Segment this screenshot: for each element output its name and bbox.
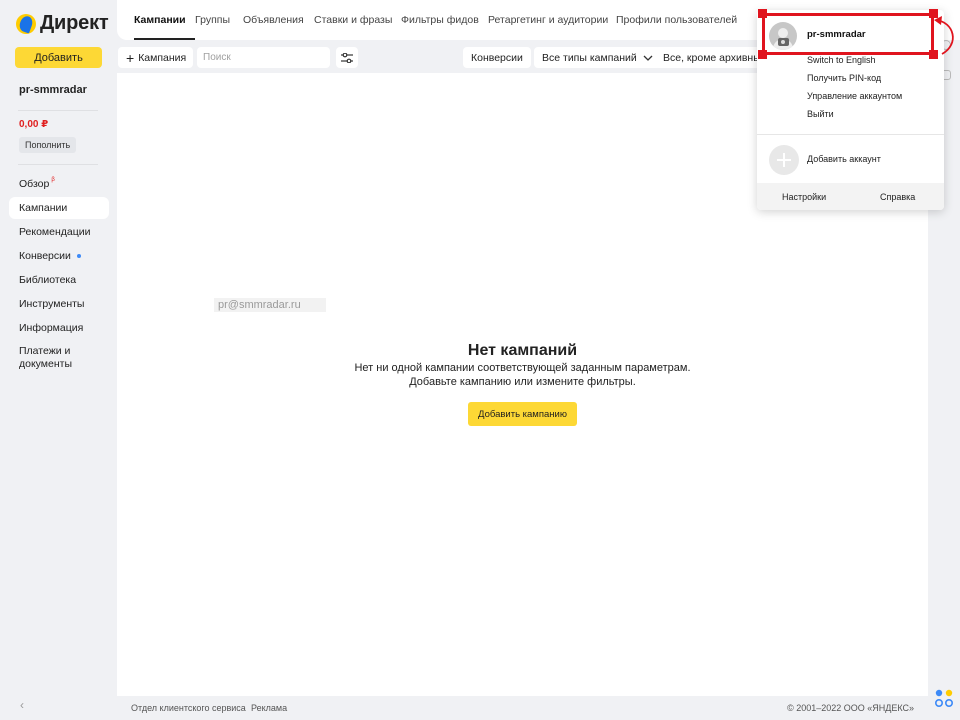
tab-groups[interactable]: Группы <box>195 14 230 26</box>
plus-icon: + <box>126 49 135 66</box>
footer-copyright: © 2001–2022 ООО «ЯНДЕКС» <box>787 703 914 713</box>
sidebar-item-recommendations[interactable]: Рекомендации <box>9 221 109 243</box>
sidebar-item-payments[interactable]: Платежи и документы <box>9 345 89 375</box>
empty-state-title: Нет кампаний <box>467 342 578 359</box>
direct-logo[interactable]: Директ <box>16 12 109 35</box>
annotation-arrow-icon <box>934 16 954 55</box>
new-indicator-dot <box>76 254 81 258</box>
services-icon[interactable] <box>934 688 956 710</box>
sidebar-divider <box>18 164 98 165</box>
tab-ads[interactable]: Объявления <box>243 14 304 26</box>
tab-bids-phrases[interactable]: Ставки и фразы <box>314 14 392 26</box>
search-input[interactable] <box>197 47 330 68</box>
tab-campaigns[interactable]: Кампании <box>134 14 186 26</box>
campaign-status-value: Все, кроме архивных <box>663 51 760 64</box>
sidebar-item-tools[interactable]: Инструменты <box>9 293 109 315</box>
annotation-highlight-box <box>762 13 934 55</box>
annotation-handle <box>758 9 767 18</box>
sidebar: Директ Добавить pr-smmradar 0,00 ₽ Попол… <box>0 0 117 720</box>
add-campaign-toolbar-label: Кампания <box>138 51 187 64</box>
sidebar-item-information[interactable]: Информация <box>9 317 109 339</box>
campaign-status-select[interactable]: Все, кроме архивных <box>655 47 760 68</box>
campaign-type-select[interactable]: Все типы кампаний <box>534 47 661 68</box>
sidebar-item-conversions[interactable]: Конверсии <box>9 245 109 267</box>
sidebar-item-label: Информация <box>19 322 84 334</box>
collapse-sidebar-button[interactable]: ‹ <box>20 698 24 712</box>
campaign-type-value: Все типы кампаний <box>542 51 637 64</box>
add-account-icon[interactable] <box>769 145 799 175</box>
account-menu-footer: Настройки Справка <box>757 183 944 210</box>
topup-button[interactable]: Пополнить <box>19 137 77 153</box>
tab-feed-filters[interactable]: Фильтры фидов <box>401 14 479 26</box>
sidebar-item-label: Конверсии <box>19 250 71 262</box>
chevron-down-icon <box>643 55 653 61</box>
brand-name: Директ <box>40 12 109 34</box>
account-email: pr@smmradar.ru <box>214 298 326 312</box>
sliders-icon <box>341 52 353 63</box>
sidebar-item-label: Инструменты <box>19 298 85 310</box>
tab-user-profiles[interactable]: Профили пользователей <box>616 14 737 26</box>
sidebar-item-library[interactable]: Библиотека <box>9 269 109 291</box>
tab-retargeting[interactable]: Ретаргетинг и аудитории <box>488 14 608 26</box>
filter-settings-button[interactable] <box>336 47 358 68</box>
footer-link-ads[interactable]: Реклама <box>251 703 287 713</box>
menu-divider <box>757 134 944 135</box>
add-campaign-button[interactable]: Добавить кампанию <box>468 402 577 426</box>
sidebar-divider <box>18 110 98 111</box>
menu-help-link[interactable]: Справка <box>880 192 915 202</box>
sidebar-item-overview[interactable]: Обзор β <box>9 173 109 195</box>
sidebar-item-label: Платежи и документы <box>19 345 73 370</box>
menu-item-manage-account[interactable]: Управление аккаунтом <box>807 91 902 101</box>
conversions-filter-button[interactable]: Конверсии <box>463 47 531 68</box>
sidebar-username[interactable]: pr-smmradar <box>19 84 87 96</box>
menu-item-switch-english[interactable]: Switch to English <box>807 55 876 65</box>
account-balance: 0,00 ₽ <box>19 119 49 130</box>
sidebar-item-label: Кампании <box>19 202 68 214</box>
footer-link-support[interactable]: Отдел клиентского сервиса <box>131 703 246 713</box>
sidebar-item-label: Рекомендации <box>19 226 91 238</box>
menu-settings-link[interactable]: Настройки <box>782 192 826 202</box>
add-button[interactable]: Добавить <box>15 47 102 68</box>
sidebar-item-label: Библиотека <box>19 274 77 286</box>
sidebar-item-label: Обзор <box>19 178 50 190</box>
menu-item-get-pin[interactable]: Получить PIN-код <box>807 73 881 83</box>
menu-item-logout[interactable]: Выйти <box>807 109 834 119</box>
beta-badge: β <box>51 177 55 183</box>
add-campaign-toolbar-button[interactable]: + Кампания <box>118 47 193 68</box>
empty-state-text: Нет ни одной кампании соответствующей за… <box>354 362 691 374</box>
active-tab-indicator <box>134 38 195 40</box>
sidebar-item-campaigns[interactable]: Кампании <box>9 197 109 219</box>
empty-state-text: Добавьте кампанию или измените фильтры. <box>409 376 636 388</box>
annotation-handle <box>758 50 767 59</box>
menu-item-add-account[interactable]: Добавить аккаунт <box>807 154 881 164</box>
yandex-direct-logo-icon <box>16 13 36 34</box>
